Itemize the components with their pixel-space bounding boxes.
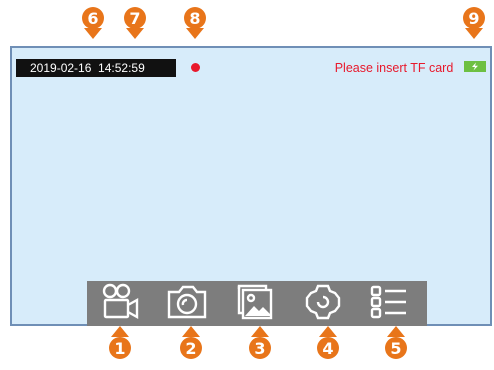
gallery-button[interactable] [233, 283, 277, 325]
callout-number: 7 [124, 7, 146, 29]
callout-7: 7 [124, 7, 148, 43]
recording-indicator-icon [191, 63, 200, 72]
callout-number: 8 [184, 7, 206, 29]
callout-arrow [111, 326, 129, 337]
datetime-stamp: 2019-02-16 14:52:59 [16, 59, 176, 77]
callout-arrow [251, 326, 269, 337]
callout-arrow [182, 326, 200, 337]
callout-8: 8 [184, 7, 208, 43]
video-camera-icon [101, 283, 141, 326]
callout-number: 5 [385, 337, 407, 359]
callout-number: 4 [317, 337, 339, 359]
callout-number: 2 [180, 337, 202, 359]
callout-number: 9 [463, 7, 485, 29]
callout-6: 6 [82, 7, 106, 43]
video-record-button[interactable] [99, 283, 143, 325]
callout-arrow [319, 326, 337, 337]
callout-2: 2 [180, 323, 204, 359]
settings-gear-icon [303, 282, 343, 327]
gallery-icon [236, 283, 274, 326]
menu-list-icon [369, 284, 409, 325]
callout-number: 6 [82, 7, 104, 29]
callout-arrow [186, 28, 204, 39]
callout-number: 1 [109, 337, 131, 359]
settings-button[interactable] [301, 283, 345, 325]
callout-arrow [84, 28, 102, 39]
bottom-toolbar [87, 281, 427, 326]
callout-arrow [465, 28, 483, 39]
camera-icon [166, 284, 208, 325]
callout-arrow [387, 326, 405, 337]
menu-button[interactable] [367, 283, 411, 325]
callout-5: 5 [385, 323, 409, 359]
callout-9: 9 [463, 7, 487, 43]
callout-arrow [126, 28, 144, 39]
callout-4: 4 [317, 323, 341, 359]
callout-1: 1 [109, 323, 133, 359]
tf-card-message: Please insert TF card [334, 61, 454, 75]
photo-capture-button[interactable] [165, 283, 209, 325]
battery-icon [464, 61, 486, 72]
callout-number: 3 [249, 337, 271, 359]
callout-3: 3 [249, 323, 273, 359]
